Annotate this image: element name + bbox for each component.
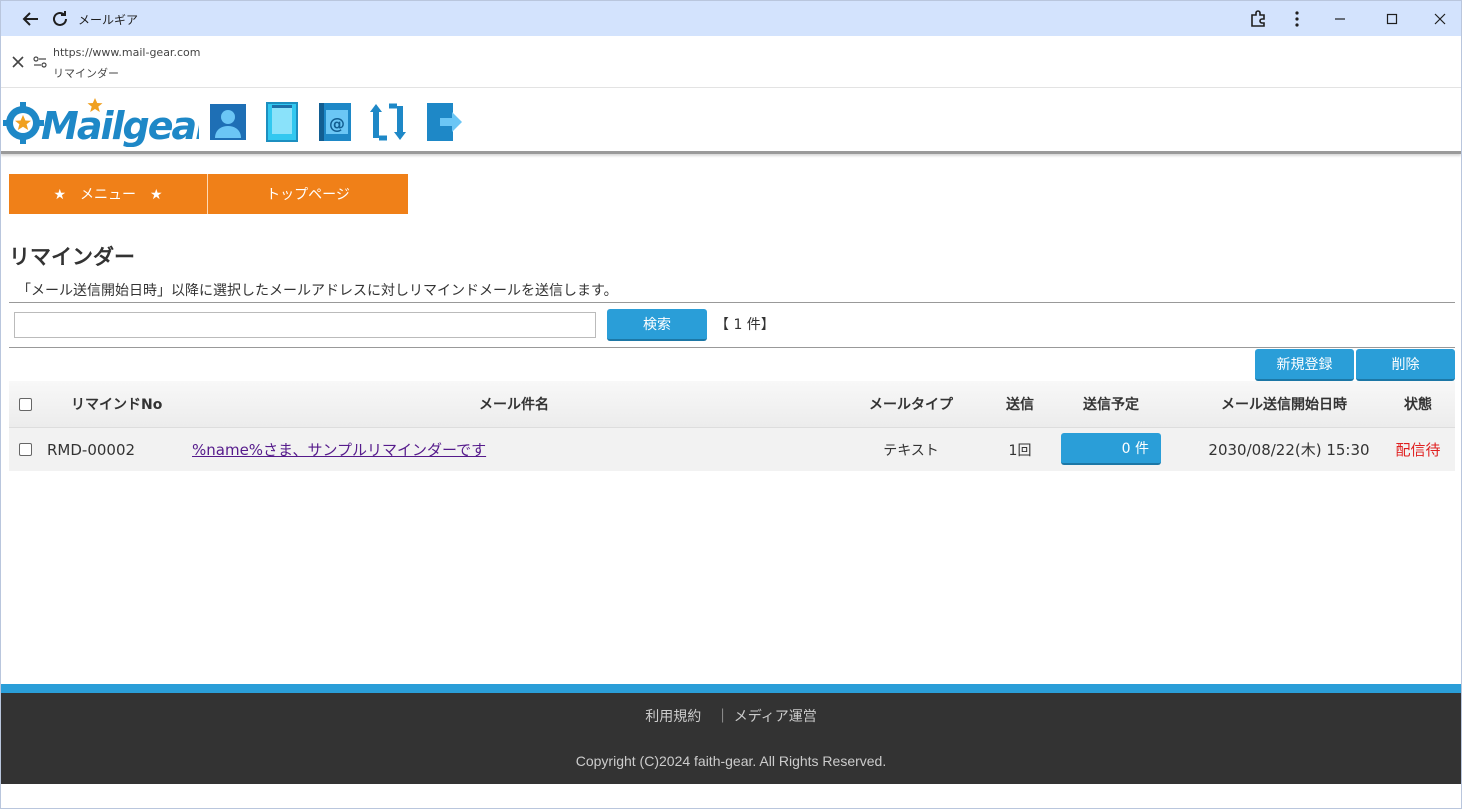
page-description: 「メール送信開始日時」以降に選択したメールアドレスに対しリマインドメールを送信し… [17, 283, 618, 299]
copyright: Copyright (C)2024 faith-gear. All Rights… [575, 753, 887, 769]
cell-remind-no: RMD-00002 [47, 440, 136, 459]
reload-icon[interactable] [47, 5, 73, 32]
reminder-table: リマインドNo メール件名 メールタイプ 送信 送信予定 メール送信開始日時 状… [9, 381, 1455, 471]
sync-icon[interactable] [368, 101, 408, 143]
user-icon[interactable] [208, 101, 248, 143]
extension-icon[interactable] [1245, 5, 1271, 32]
svg-text:Mailgear: Mailgear [41, 104, 199, 147]
site-settings-icon[interactable] [33, 54, 47, 73]
result-count: 【 1 件】 [715, 317, 775, 333]
row-checkbox[interactable] [19, 428, 39, 471]
svg-text:@: @ [329, 114, 345, 133]
address-bar: https://www.mail-gear.com リマインダー [1, 36, 1461, 88]
back-icon[interactable] [17, 5, 45, 32]
terms-link[interactable]: 利用規約 [645, 709, 701, 725]
scheduled-count-button[interactable]: 0 件 [1061, 433, 1161, 465]
cell-mail-type: テキスト [883, 442, 939, 459]
browser-window: メールギア https://www.mail-gear.com リマインダー M… [0, 0, 1462, 809]
logout-icon[interactable] [423, 101, 463, 143]
page-title: リマインダー [9, 245, 135, 269]
close-icon[interactable] [11, 54, 25, 73]
table-header: リマインドNo メール件名 メールタイプ 送信 送信予定 メール送信開始日時 状… [9, 381, 1455, 428]
subject-link[interactable]: %name%さま、サンプルリマインダーです [192, 439, 486, 460]
new-register-button[interactable]: 新規登録 [1255, 349, 1354, 381]
cell-sent: 1回 [1008, 442, 1032, 459]
select-all-checkbox[interactable] [19, 381, 39, 427]
url-text[interactable]: https://www.mail-gear.com [53, 46, 200, 59]
window-title: メールギア [78, 13, 139, 27]
more-menu-icon[interactable] [1285, 5, 1309, 32]
main-nav: ★ メニュー ★ トップページ [9, 174, 408, 214]
minimize-icon[interactable] [1325, 5, 1355, 32]
header-sent[interactable]: 送信 [985, 381, 1055, 427]
search-button[interactable]: 検索 [607, 309, 707, 341]
menu-button[interactable]: ★ メニュー ★ [9, 174, 208, 214]
cell-status: 配信待 [1395, 441, 1441, 459]
footer-links: 利用規約 ｜メディア運営 [1, 706, 1461, 726]
header-status[interactable]: 状態 [1387, 381, 1449, 427]
mailgear-logo[interactable]: Mailgear [2, 97, 218, 148]
search-input[interactable] [14, 312, 596, 338]
header-scheduled[interactable]: 送信予定 [1061, 381, 1161, 427]
site-header: Mailgear @ [1, 89, 1461, 154]
header-remind-no[interactable]: リマインドNo [71, 381, 191, 427]
cell-subject: %name%さま、サンプルリマインダーです [192, 428, 832, 471]
divider [9, 302, 1455, 303]
header-start-datetime[interactable]: メール送信開始日時 [1189, 381, 1379, 427]
close-window-icon[interactable] [1425, 5, 1455, 32]
delete-button[interactable]: 削除 [1356, 349, 1455, 381]
header-subject[interactable]: メール件名 [189, 381, 839, 427]
divider [9, 347, 1455, 348]
title-bar: メールギア [1, 1, 1461, 36]
header-mail-type[interactable]: メールタイプ [851, 381, 971, 427]
table-row: RMD-00002 %name%さま、サンプルリマインダーです テキスト 1回 … [9, 428, 1455, 471]
maximize-icon[interactable] [1377, 5, 1407, 32]
book-icon[interactable] [262, 101, 302, 143]
footer-accent-bar [1, 684, 1461, 693]
address-book-icon[interactable]: @ [315, 101, 355, 143]
footer-separator: ｜ [715, 709, 730, 725]
top-page-button[interactable]: トップページ [208, 174, 408, 214]
cell-start-datetime: 2030/08/22(木) 15:30 [1208, 441, 1370, 459]
page-tab-title: リマインダー [53, 67, 119, 80]
footer: 利用規約 ｜メディア運営 Copyright (C)2024 faith-gea… [1, 693, 1461, 784]
media-link[interactable]: メディア運営 [734, 709, 817, 725]
